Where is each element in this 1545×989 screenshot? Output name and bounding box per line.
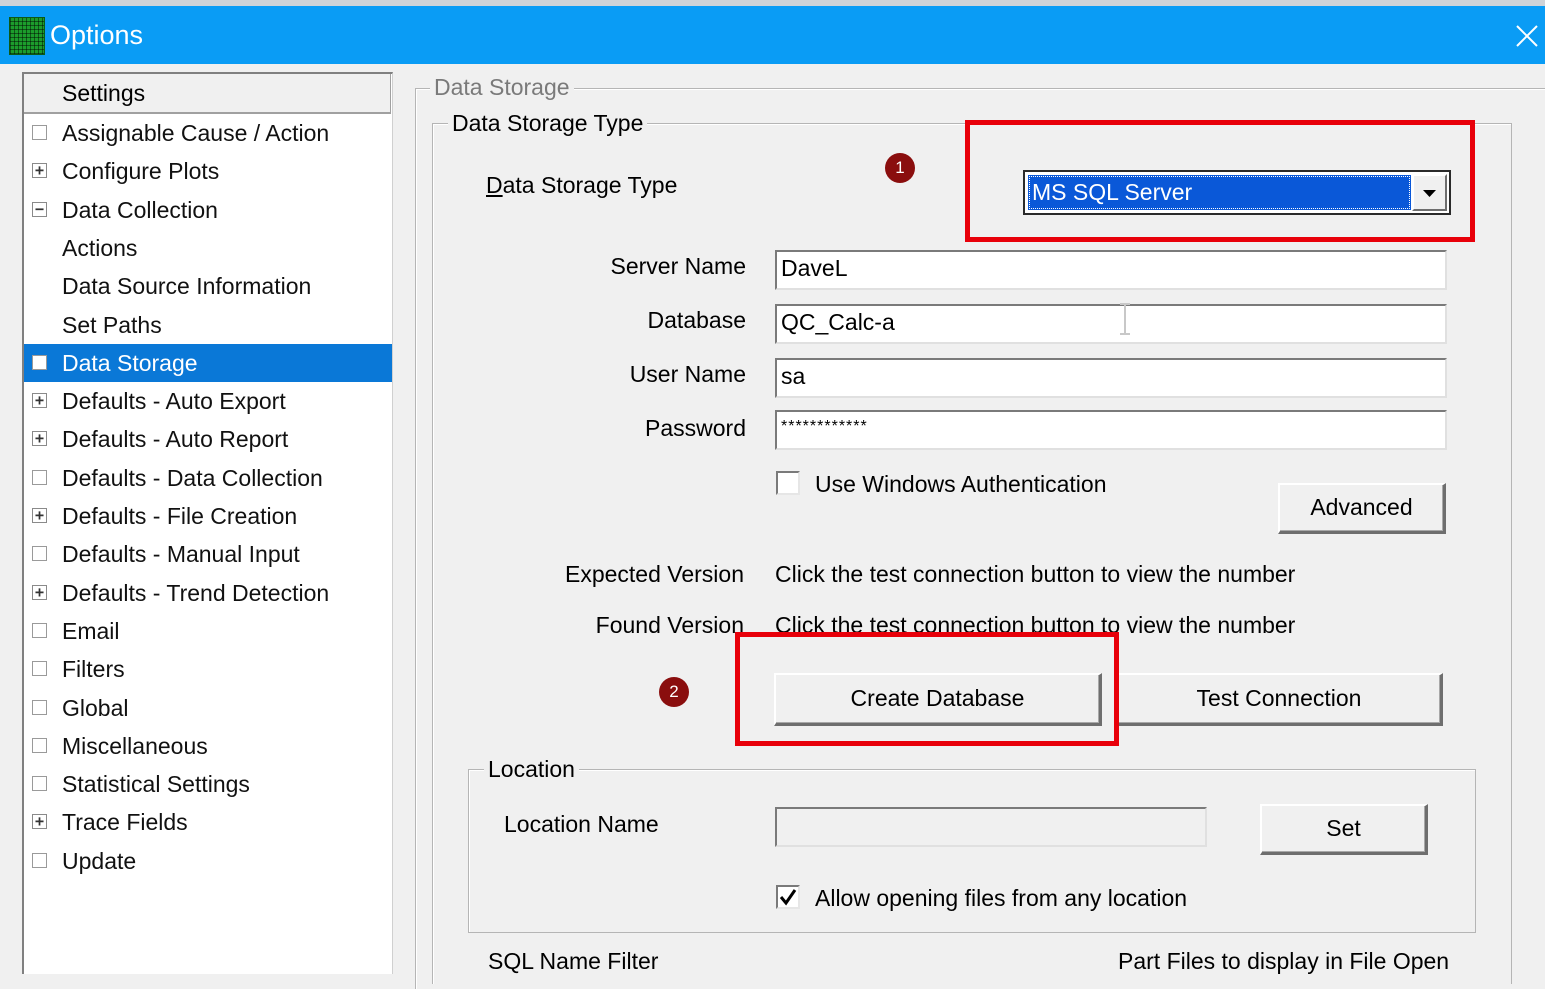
location-group-title: Location bbox=[484, 756, 579, 783]
password-input[interactable]: ************ bbox=[775, 410, 1447, 450]
tree-item-label: Update bbox=[62, 847, 137, 874]
tree-item-label: Assignable Cause / Action bbox=[62, 120, 330, 146]
server-name-label: Server Name bbox=[610, 253, 746, 279]
tree-item-label: Statistical Settings bbox=[62, 771, 250, 798]
set-location-button[interactable]: Set bbox=[1260, 804, 1428, 855]
tree-node-icon bbox=[32, 125, 47, 140]
database-input[interactable]: QC_Calc-a bbox=[775, 304, 1447, 344]
tree-item-label: Defaults - Auto Export bbox=[62, 388, 286, 415]
tree-item-label: Filters bbox=[62, 656, 125, 683]
tree-item-label: Data Collection bbox=[62, 196, 218, 223]
tree-header-label: Settings bbox=[62, 80, 146, 106]
expand-icon[interactable]: + bbox=[32, 431, 47, 447]
tree-item[interactable]: Data Source Information bbox=[24, 267, 392, 305]
password-label: Password bbox=[645, 415, 746, 441]
tree-item[interactable]: Update bbox=[24, 842, 392, 880]
tree-item[interactable]: Statistical Settings bbox=[24, 765, 392, 803]
tree-item-label: Configure Plots bbox=[62, 158, 220, 185]
tree-node-icon bbox=[32, 546, 47, 562]
tree-node-icon bbox=[32, 699, 47, 715]
tree-item-label: Defaults - Auto Report bbox=[62, 426, 289, 453]
tree-item[interactable]: Global bbox=[24, 689, 392, 727]
expand-icon[interactable]: + bbox=[32, 393, 47, 409]
tree-node-icon bbox=[32, 852, 47, 868]
tree-item-label: Actions bbox=[62, 234, 138, 261]
tree-item[interactable]: + Defaults - Auto Export bbox=[24, 382, 392, 420]
tree-item[interactable]: Assignable Cause / Action bbox=[24, 114, 392, 152]
tree-item[interactable]: + Defaults - Trend Detection bbox=[24, 574, 392, 612]
server-name-input[interactable]: DaveL bbox=[775, 250, 1447, 290]
tree-node-icon bbox=[32, 622, 47, 638]
tree-item-label: Email bbox=[62, 617, 120, 644]
tree-item[interactable]: + Configure Plots bbox=[24, 152, 392, 190]
location-name-input[interactable] bbox=[775, 807, 1207, 847]
user-name-label: User Name bbox=[629, 361, 746, 387]
advanced-button[interactable]: Advanced bbox=[1278, 483, 1446, 534]
tree-item[interactable]: Actions bbox=[24, 229, 392, 267]
tree-item[interactable]: Filters bbox=[24, 650, 392, 688]
tree-node-icon bbox=[32, 469, 47, 485]
sql-name-filter-label: SQL Name Filter bbox=[488, 948, 659, 974]
allow-any-location-checkbox[interactable] bbox=[776, 885, 800, 909]
window-title: Options bbox=[50, 20, 144, 50]
tree-node-icon bbox=[32, 661, 47, 677]
tree-item-label: Set Paths bbox=[62, 311, 162, 338]
collapse-icon[interactable]: − bbox=[32, 201, 47, 217]
found-version-label: Found Version bbox=[595, 612, 744, 638]
annotation-badge-2: 2 bbox=[659, 677, 689, 707]
data-storage-group-title: Data Storage bbox=[430, 74, 574, 101]
tree-item[interactable]: + Defaults - File Creation bbox=[24, 497, 392, 535]
tree-item[interactable]: Email bbox=[24, 612, 392, 650]
tree-node-icon bbox=[32, 776, 47, 792]
part-files-label: Part Files to display in File Open bbox=[1118, 948, 1450, 974]
tree-item-label: Global bbox=[62, 694, 129, 721]
highlight-box-create-database bbox=[735, 632, 1119, 746]
user-name-input[interactable]: sa bbox=[775, 358, 1447, 398]
tree-item[interactable]: Set Paths bbox=[24, 306, 392, 344]
expand-icon[interactable]: + bbox=[32, 814, 47, 830]
tree-item[interactable]: + Trace Fields bbox=[24, 803, 392, 841]
close-button[interactable] bbox=[1505, 12, 1545, 60]
allow-any-location-label: Allow opening files from any location bbox=[815, 885, 1188, 911]
tree-item[interactable]: + Defaults - Auto Report bbox=[24, 420, 392, 458]
tree-item-label: Defaults - Manual Input bbox=[62, 541, 300, 568]
storage-type-label: Data Storage Type bbox=[486, 172, 678, 198]
tree-item-label: Miscellaneous bbox=[62, 732, 208, 759]
expand-icon[interactable]: + bbox=[32, 584, 47, 600]
tree-item-label: Defaults - Data Collection bbox=[62, 464, 323, 491]
tree-item[interactable]: Defaults - Manual Input bbox=[24, 535, 392, 573]
expected-version-label: Expected Version bbox=[564, 561, 744, 587]
test-connection-button[interactable]: Test Connection bbox=[1116, 673, 1443, 726]
title-bar: Options bbox=[0, 6, 1545, 64]
expected-version-value: Click the test connection button to view… bbox=[775, 561, 1296, 587]
tree-item-label: Data Source Information bbox=[62, 273, 312, 300]
app-grid-icon bbox=[9, 17, 45, 55]
tree-item-label: Data Storage bbox=[62, 349, 198, 376]
checkmark-icon bbox=[779, 889, 797, 906]
tree-item[interactable]: Data Storage bbox=[24, 343, 392, 382]
tree-node-icon bbox=[32, 354, 47, 370]
highlight-box-storage-type bbox=[965, 120, 1475, 242]
tree-node-icon bbox=[32, 737, 47, 753]
expand-icon[interactable]: + bbox=[32, 508, 47, 523]
expand-icon[interactable]: + bbox=[32, 163, 47, 179]
data-storage-type-group-title: Data Storage Type bbox=[448, 110, 648, 137]
tree-header: Settings bbox=[24, 74, 391, 114]
database-label: Database bbox=[647, 307, 746, 333]
close-icon bbox=[1516, 25, 1538, 47]
text-cursor-icon bbox=[1120, 303, 1130, 335]
annotation-badge-1: 1 bbox=[885, 153, 915, 183]
windows-auth-label: Use Windows Authentication bbox=[815, 471, 1107, 497]
tree-item[interactable]: Miscellaneous bbox=[24, 727, 392, 765]
tree-item-label: Defaults - File Creation bbox=[62, 503, 298, 529]
tree-item[interactable]: − Data Collection bbox=[24, 191, 392, 229]
location-name-label: Location Name bbox=[504, 811, 659, 837]
windows-auth-checkbox[interactable] bbox=[776, 471, 800, 495]
tree-item-label: Trace Fields bbox=[62, 809, 188, 836]
tree-item[interactable]: Defaults - Data Collection bbox=[24, 459, 392, 497]
tree-item-label: Defaults - Trend Detection bbox=[62, 579, 330, 606]
settings-tree: Settings Assignable Cause / Action + Confi… bbox=[22, 72, 393, 974]
